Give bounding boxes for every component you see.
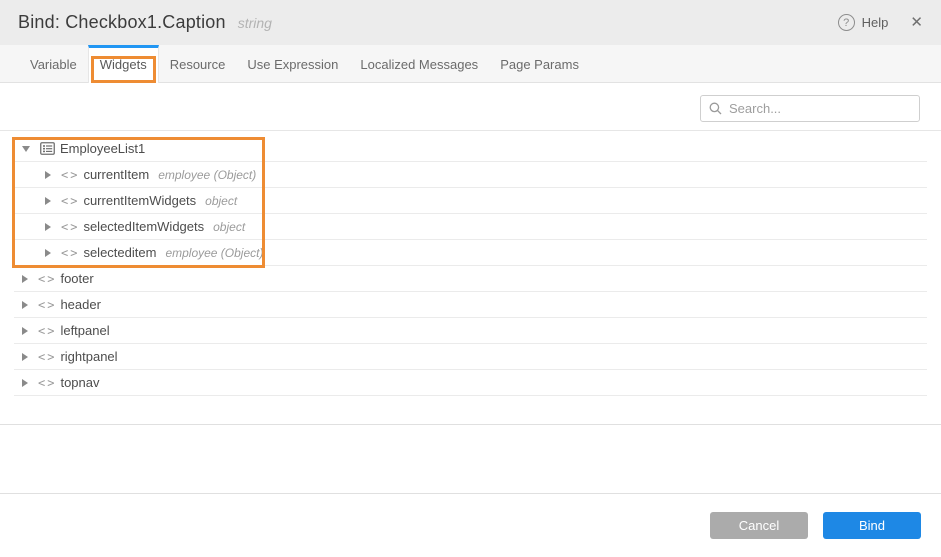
tree-node-type: employee (Object) (158, 168, 256, 182)
code-icon: <> (38, 376, 56, 390)
tree-row-topnav[interactable]: <> topnav (14, 370, 927, 396)
code-icon: <> (38, 350, 56, 364)
tree-node-label: footer (60, 271, 93, 286)
caret-right-icon[interactable] (22, 379, 36, 387)
tree-node-label: selecteditem (83, 245, 156, 260)
code-icon: <> (38, 298, 56, 312)
tree-node-label: rightpanel (60, 349, 117, 364)
help-button[interactable]: ? Help (838, 14, 889, 31)
tree-row-selecteditemwidgets[interactable]: <> selectedItemWidgets object (14, 214, 927, 240)
help-label: Help (862, 15, 889, 30)
caret-down-icon[interactable] (22, 146, 36, 152)
widget-tree: EmployeeList1 <> currentItem employee (O… (14, 136, 927, 396)
code-icon: <> (38, 324, 56, 338)
tree-node-label: currentItemWidgets (83, 193, 196, 208)
tree-node-label: leftpanel (60, 323, 109, 338)
caret-right-icon[interactable] (22, 327, 36, 335)
tree-row-leftpanel[interactable]: <> leftpanel (14, 318, 927, 344)
tab-use-expression[interactable]: Use Expression (236, 45, 349, 83)
dialog-footer: Cancel Bind (0, 493, 941, 557)
code-icon: <> (38, 272, 56, 286)
list-widget-icon (40, 142, 55, 155)
tab-variable[interactable]: Variable (19, 45, 88, 83)
tree-row-rightpanel[interactable]: <> rightpanel (14, 344, 927, 370)
tab-resource[interactable]: Resource (159, 45, 237, 83)
tree-row-footer[interactable]: <> footer (14, 266, 927, 292)
tree-node-label: topnav (60, 375, 99, 390)
code-icon: <> (61, 194, 79, 208)
caret-right-icon[interactable] (22, 353, 36, 361)
tree-node-type: employee (Object) (165, 246, 263, 260)
caret-right-icon[interactable] (45, 249, 59, 257)
content-divider (0, 424, 941, 425)
search-box (700, 95, 920, 122)
code-icon: <> (61, 220, 79, 234)
dialog-title: Bind: Checkbox1.Caption (18, 12, 226, 33)
tree-node-type: object (205, 194, 237, 208)
caret-right-icon[interactable] (22, 301, 36, 309)
titlebar-actions: ? Help ✕ (838, 14, 923, 31)
tree-row-header[interactable]: <> header (14, 292, 927, 318)
tab-localized-messages[interactable]: Localized Messages (349, 45, 489, 83)
search-row (0, 83, 941, 131)
cancel-button[interactable]: Cancel (710, 512, 808, 539)
tab-widgets[interactable]: Widgets (88, 45, 159, 83)
tree-node-label: currentItem (83, 167, 149, 182)
tree-node-label: selectedItemWidgets (83, 219, 204, 234)
tree-row-currentitemwidgets[interactable]: <> currentItemWidgets object (14, 188, 927, 214)
tree-node-label: EmployeeList1 (60, 141, 145, 156)
bind-tabs: Variable Widgets Resource Use Expression… (0, 45, 941, 83)
caret-right-icon[interactable] (22, 275, 36, 283)
search-icon (709, 102, 722, 115)
dialog-titlebar: Bind: Checkbox1.Caption string ? Help ✕ (0, 0, 941, 45)
tree-row-currentitem[interactable]: <> currentItem employee (Object) (14, 162, 927, 188)
search-input[interactable] (729, 101, 911, 116)
tree-row-employeelist1[interactable]: EmployeeList1 (14, 136, 927, 162)
code-icon: <> (61, 168, 79, 182)
bind-dialog: Bind: Checkbox1.Caption string ? Help ✕ … (0, 0, 941, 557)
close-icon[interactable]: ✕ (910, 15, 923, 30)
bind-type-label: string (238, 15, 272, 31)
tree-row-selecteditem[interactable]: <> selecteditem employee (Object) (14, 240, 927, 266)
caret-right-icon[interactable] (45, 171, 59, 179)
tree-node-type: object (213, 220, 245, 234)
caret-right-icon[interactable] (45, 223, 59, 231)
caret-right-icon[interactable] (45, 197, 59, 205)
bind-button[interactable]: Bind (823, 512, 921, 539)
tab-page-params[interactable]: Page Params (489, 45, 590, 83)
code-icon: <> (61, 246, 79, 260)
help-circle-icon: ? (838, 14, 855, 31)
tree-node-label: header (60, 297, 100, 312)
